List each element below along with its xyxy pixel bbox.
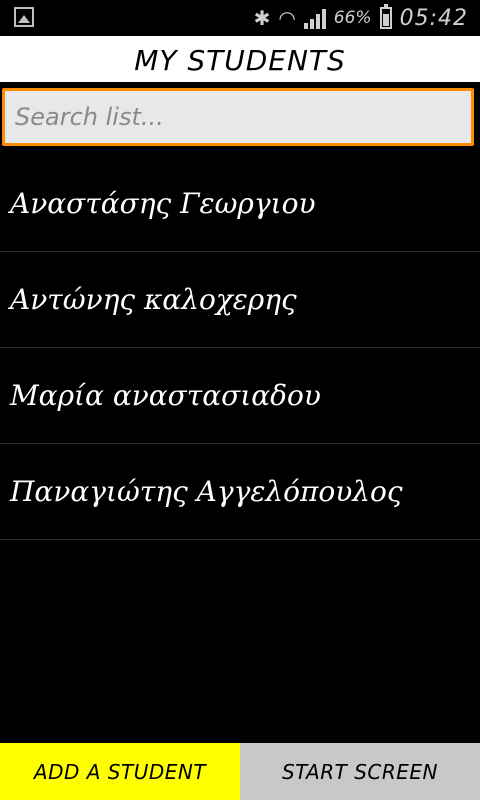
list-item[interactable]: Αναστάσης Γεωργιου [0, 156, 480, 252]
list-item[interactable]: Μαρία αναστασιαδου [0, 348, 480, 444]
battery-icon [379, 4, 392, 29]
search-container [0, 84, 480, 150]
search-input[interactable] [2, 88, 474, 146]
add-student-button[interactable]: ADD A STUDENT [0, 743, 240, 800]
start-screen-button[interactable]: START SCREEN [240, 743, 480, 800]
student-name: Παναγιώτης Αγγελόπουλος [10, 475, 403, 508]
student-name: Μαρία αναστασιαδου [10, 379, 321, 412]
list-item[interactable]: Παναγιώτης Αγγελόπουλος [0, 444, 480, 540]
status-icons: ✱ ◠ 66% 05:42 [254, 0, 468, 36]
app-header: MY STUDENTS [0, 36, 480, 84]
list-item[interactable]: Αντώνης καλοχερης [0, 252, 480, 348]
page-title: MY STUDENTS [134, 43, 346, 77]
student-name: Αντώνης καλοχερης [10, 283, 297, 316]
wifi-icon: ◠ [278, 6, 296, 30]
bluetooth-icon: ✱ [253, 6, 271, 30]
image-icon [14, 7, 34, 27]
signal-icon [303, 7, 326, 29]
status-bar: ✱ ◠ 66% 05:42 [0, 0, 480, 36]
bottom-bar: ADD A STUDENT START SCREEN [0, 743, 480, 800]
battery-percent: 66% [333, 8, 372, 28]
student-name: Αναστάσης Γεωργιου [10, 187, 316, 220]
student-list: Αναστάσης Γεωργιου Αντώνης καλοχερης Μαρ… [0, 156, 480, 540]
clock: 05:42 [399, 5, 468, 31]
